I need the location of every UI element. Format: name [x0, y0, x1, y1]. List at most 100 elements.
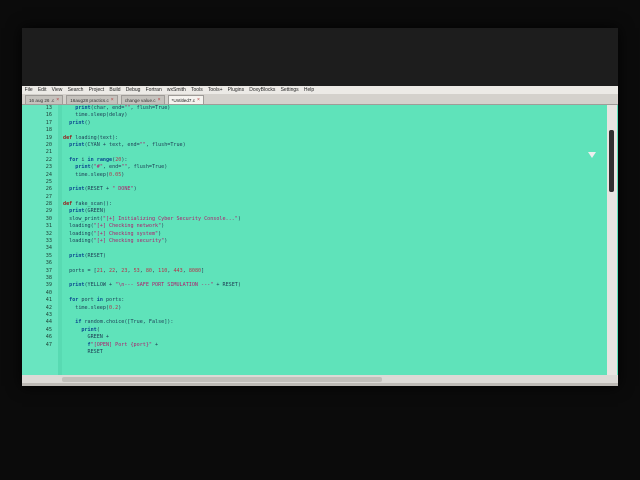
- vertical-scroll-thumb[interactable]: [609, 130, 614, 192]
- code-line[interactable]: [63, 260, 603, 267]
- line-number: 33: [45, 238, 52, 245]
- line-number: 45: [45, 326, 52, 333]
- line-number: 27: [45, 193, 52, 200]
- line-number: 30: [45, 215, 52, 222]
- line-number: 35: [45, 252, 52, 259]
- code-line[interactable]: print(GREEN): [63, 208, 603, 215]
- code-line[interactable]: time.sleep(0.2): [63, 305, 603, 312]
- fold-margin[interactable]: [58, 105, 62, 375]
- line-number: 17: [45, 119, 52, 126]
- editor-tab[interactable]: 16aug28 practics.c ×: [66, 95, 118, 104]
- code-line[interactable]: time.sleep(0.05): [63, 172, 603, 179]
- line-number: 36: [45, 260, 52, 267]
- line-number: 47: [45, 341, 52, 348]
- menu-file[interactable]: File: [22, 87, 35, 93]
- code-line[interactable]: print(: [63, 327, 603, 334]
- horizontal-scroll-thumb[interactable]: [62, 376, 382, 382]
- line-number: 46: [45, 334, 52, 341]
- line-number: 32: [45, 230, 52, 237]
- line-number: 31: [45, 223, 52, 230]
- code-line[interactable]: loading("[+] Checking network"): [63, 223, 603, 230]
- line-number: 16: [45, 112, 52, 119]
- editor-tab[interactable]: *Untitled7.c ×: [167, 95, 204, 104]
- code-line[interactable]: for port in ports:: [63, 297, 603, 304]
- line-number: 19: [45, 134, 52, 141]
- code-line[interactable]: print(RESET): [63, 253, 603, 260]
- close-icon[interactable]: ×: [111, 97, 114, 103]
- line-number: 24: [45, 171, 52, 178]
- line-number: 18: [45, 127, 52, 134]
- code-line[interactable]: RESET: [63, 349, 603, 356]
- code-line[interactable]: for i in range(20):: [63, 157, 603, 164]
- editor-tab[interactable]: change value.c ×: [120, 95, 165, 104]
- tab-label: *Untitled7.c: [171, 97, 196, 103]
- code-line[interactable]: ports = [21, 22, 23, 53, 80, 110, 443, 8…: [63, 268, 603, 275]
- vertical-scrollbar[interactable]: [607, 105, 617, 375]
- line-number: 39: [45, 282, 52, 289]
- code-line[interactable]: loading("[+] Checking system"): [63, 231, 603, 238]
- status-bar: [22, 383, 618, 386]
- menu-doxyblocks[interactable]: DoxyBlocks: [247, 87, 278, 93]
- code-line[interactable]: GREEN +: [63, 334, 603, 341]
- line-number: 20: [45, 141, 52, 148]
- line-number: 22: [45, 156, 52, 163]
- line-number: 29: [45, 208, 52, 215]
- code-line[interactable]: def loading(text):: [63, 135, 603, 142]
- line-number: 34: [45, 245, 52, 252]
- horizontal-scrollbar[interactable]: [22, 375, 618, 383]
- editor-pane[interactable]: 13 16 17 18 19 20 21 22 23 24 25 26 27 28 29 30 31 32 33 34…: [22, 105, 618, 375]
- menu-tools[interactable]: Tools: [188, 87, 205, 93]
- menu-tools-[interactable]: Tools+: [205, 87, 225, 93]
- code-line[interactable]: def fake_scan():: [63, 201, 603, 208]
- code-line[interactable]: if random.choice([True, False]):: [63, 319, 603, 326]
- menu-project[interactable]: Project: [86, 87, 107, 93]
- line-number: 44: [45, 319, 52, 326]
- menu-help[interactable]: Help: [301, 87, 316, 93]
- line-number: 26: [45, 186, 52, 193]
- menu-edit[interactable]: Edit: [35, 87, 49, 93]
- code-line[interactable]: [63, 127, 603, 134]
- close-icon[interactable]: ×: [197, 97, 200, 103]
- code-line[interactable]: [63, 245, 603, 252]
- menu-view[interactable]: View: [49, 87, 65, 93]
- close-icon[interactable]: ×: [158, 97, 161, 103]
- menu-search[interactable]: Search: [65, 87, 86, 93]
- code-line[interactable]: loading("[+] Checking security"): [63, 238, 603, 245]
- code-line[interactable]: print("#", end="", flush=True): [63, 164, 603, 171]
- editor-tab[interactable]: 16 aug 26 .c ×: [25, 95, 64, 104]
- code-line[interactable]: [63, 179, 603, 186]
- code-line[interactable]: print(YELLOW + "\n--- SAFE PORT SIMULATI…: [63, 282, 603, 289]
- close-icon[interactable]: ×: [56, 97, 59, 103]
- code-line[interactable]: [63, 312, 603, 319]
- code-area[interactable]: print(char, end="", flush=True) time.sle…: [63, 105, 603, 375]
- code-line[interactable]: print(char, end="", flush=True): [63, 105, 603, 112]
- code-line[interactable]: print(CYAN + text, end="", flush=True): [63, 142, 603, 149]
- code-line[interactable]: [63, 194, 603, 201]
- line-number-gutter: 13 16 17 18 19 20 21 22 23 24 25 26 27 28 29 30 31 32 33 34…: [22, 105, 59, 375]
- menu-plugins[interactable]: Plugins: [225, 87, 247, 93]
- line-number: 25: [45, 178, 52, 185]
- line-number: 28: [45, 201, 52, 208]
- code-line[interactable]: [63, 290, 603, 297]
- menu-wxsmith[interactable]: wxSmith: [164, 87, 188, 93]
- tab-label: 16aug28 practics.c: [70, 97, 109, 103]
- line-number: 41: [45, 297, 52, 304]
- line-number: 43: [45, 311, 52, 318]
- line-number: 23: [45, 164, 52, 171]
- menu-build[interactable]: Build: [107, 87, 123, 93]
- menu-debug[interactable]: Debug: [123, 87, 143, 93]
- tab-label: change value.c: [124, 97, 156, 103]
- code-editor-window: File Edit View Search Project Build Debug Fortr…: [22, 28, 618, 386]
- line-number: 40: [45, 289, 52, 296]
- menu-fortran[interactable]: Fortran: [143, 87, 164, 93]
- code-line[interactable]: [63, 275, 603, 282]
- menu-settings[interactable]: Settings: [278, 87, 301, 93]
- code-line[interactable]: [63, 149, 603, 156]
- code-line[interactable]: slow_print("[+] Initializing Cyber Secur…: [63, 216, 603, 223]
- line-number: 13: [45, 105, 52, 111]
- code-line[interactable]: print(): [63, 120, 603, 127]
- code-line[interactable]: time.sleep(delay): [63, 112, 603, 119]
- code-line[interactable]: print(RESET + " DONE"): [63, 186, 603, 193]
- code-line[interactable]: f"[OPEN] Port {port}" +: [63, 342, 603, 349]
- tab-bar: 16 aug 26 .c × 16aug28 practics.c × change v…: [22, 94, 618, 105]
